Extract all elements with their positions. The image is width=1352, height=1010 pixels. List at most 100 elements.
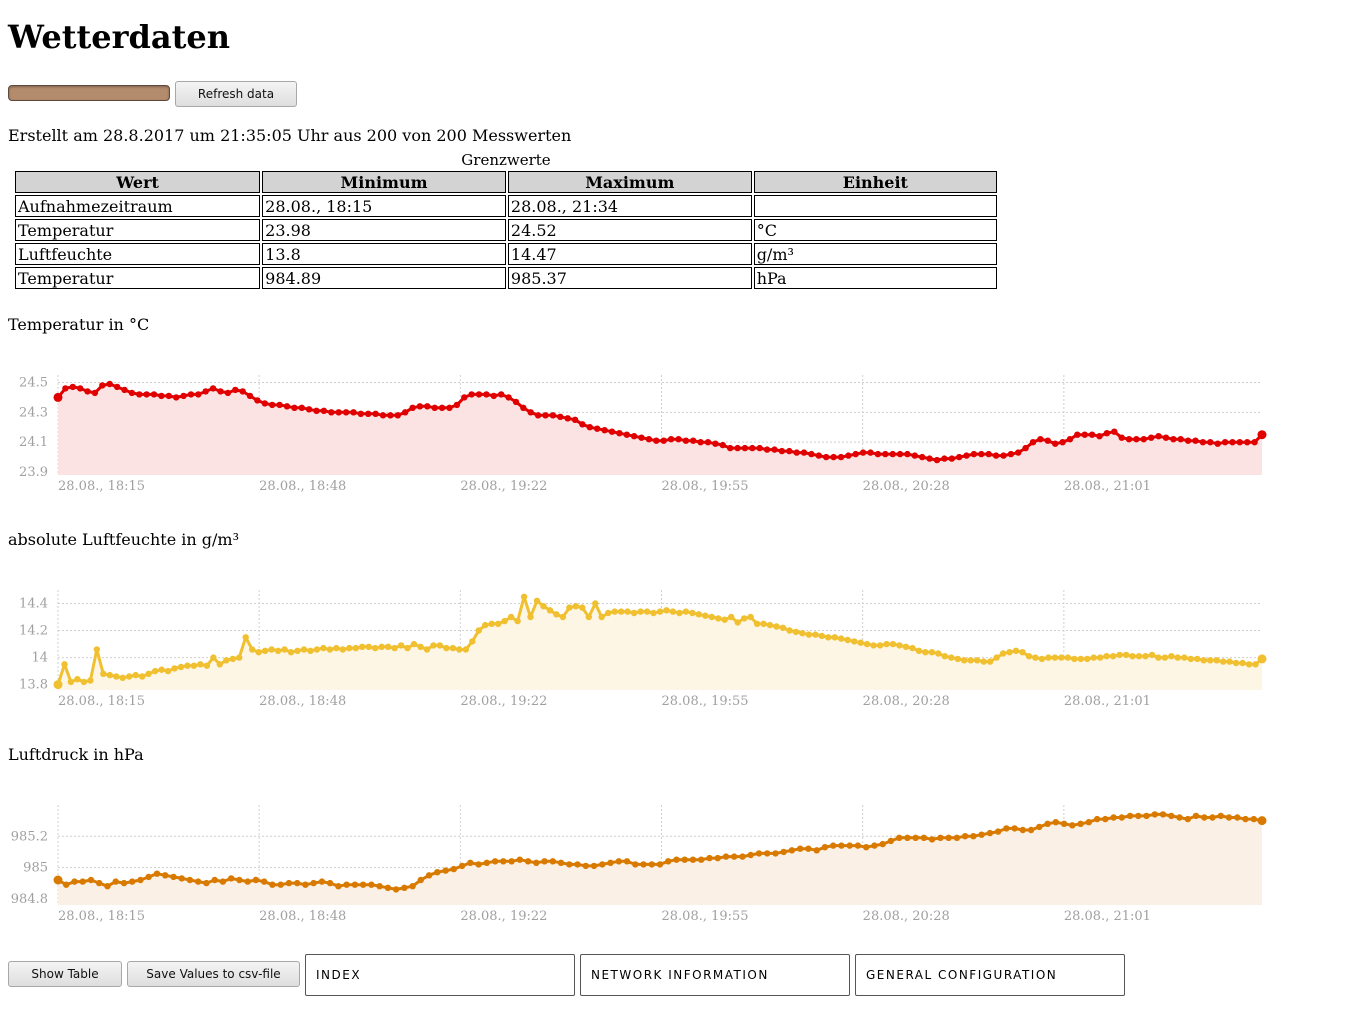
data-point xyxy=(1142,653,1149,660)
y-tick-label: 14.4 xyxy=(19,597,48,612)
save-csv-button[interactable]: Save Values to csv-file xyxy=(127,961,300,987)
table-cell: 23.98 xyxy=(262,219,506,241)
data-point xyxy=(734,619,741,626)
data-point xyxy=(261,878,268,885)
data-point xyxy=(928,836,936,843)
data-point xyxy=(404,644,411,652)
data-point xyxy=(335,883,342,890)
data-point xyxy=(310,879,317,887)
data-point xyxy=(475,627,482,634)
nav-general-configuration-button[interactable]: GENERAL CONFIGURATION xyxy=(855,954,1125,996)
data-point xyxy=(276,401,283,409)
data-point xyxy=(1168,653,1175,660)
data-point xyxy=(402,409,409,416)
data-point xyxy=(91,389,99,397)
data-point xyxy=(667,436,675,443)
data-point xyxy=(727,444,734,452)
data-point xyxy=(879,840,886,848)
y-tick-label: 985 xyxy=(23,861,48,876)
data-point xyxy=(766,621,774,629)
data-point xyxy=(326,879,334,887)
data-point xyxy=(139,673,146,680)
data-point xyxy=(896,642,903,649)
x-tick-label: 28.08., 18:48 xyxy=(259,694,346,709)
data-point xyxy=(904,834,911,841)
data-point xyxy=(143,391,150,398)
data-point xyxy=(919,453,926,461)
data-point xyxy=(468,391,475,398)
data-point xyxy=(721,616,728,623)
data-point xyxy=(128,389,136,397)
data-point xyxy=(1192,437,1199,444)
y-tick-label: 24.1 xyxy=(19,435,48,450)
data-point xyxy=(1176,814,1183,821)
show-table-button[interactable]: Show Table xyxy=(8,961,122,987)
data-point xyxy=(616,430,623,437)
data-point xyxy=(805,845,812,852)
data-point xyxy=(210,654,217,661)
data-point xyxy=(425,872,433,879)
data-point xyxy=(1229,439,1236,446)
data-point xyxy=(689,609,696,617)
data-point xyxy=(236,876,243,884)
data-point xyxy=(1184,815,1192,823)
temperature-chart-title: Temperatur in °C xyxy=(8,315,150,334)
data-point xyxy=(928,649,936,656)
table-cell: 13.8 xyxy=(262,243,506,265)
data-point xyxy=(992,452,1000,459)
data-point xyxy=(376,883,383,890)
data-point xyxy=(904,450,911,458)
data-point xyxy=(372,410,379,417)
data-point xyxy=(1084,655,1091,663)
data-point xyxy=(1159,811,1167,818)
data-point xyxy=(490,392,497,400)
data-point xyxy=(882,450,889,458)
x-tick-label: 28.08., 21:01 xyxy=(1064,909,1151,924)
nav-network-information-button[interactable]: NETWORK INFORMATION xyxy=(580,954,850,996)
data-point xyxy=(1252,661,1259,668)
data-point xyxy=(126,673,133,680)
data-point xyxy=(242,634,249,641)
data-point xyxy=(1161,654,1169,661)
data-point xyxy=(1242,815,1249,823)
y-tick-label: 13.8 xyxy=(19,678,48,693)
data-point xyxy=(941,653,948,660)
data-point xyxy=(53,392,63,402)
data-point xyxy=(902,643,910,650)
data-point xyxy=(467,859,474,866)
data-point xyxy=(1122,651,1130,659)
data-point xyxy=(1077,820,1084,827)
data-point xyxy=(1221,439,1229,446)
data-point xyxy=(305,406,313,413)
data-point xyxy=(896,450,904,458)
data-point xyxy=(1052,440,1059,447)
humidity-chart: 28.08., 18:15 28.08., 18:48 28.08., 19:22 2… xyxy=(19,590,1267,709)
data-point xyxy=(764,850,771,857)
data-point xyxy=(779,624,787,631)
data-point xyxy=(1111,428,1118,435)
data-point xyxy=(74,676,81,683)
data-point xyxy=(797,845,804,852)
data-point xyxy=(793,449,800,456)
data-point xyxy=(1109,653,1117,660)
data-point xyxy=(1069,822,1076,829)
data-point xyxy=(1177,436,1184,443)
data-point xyxy=(216,661,223,668)
data-point xyxy=(277,881,284,888)
data-point xyxy=(948,654,955,661)
data-point xyxy=(922,649,929,656)
data-point xyxy=(203,662,211,669)
data-point xyxy=(682,437,690,444)
data-point xyxy=(1257,816,1267,826)
data-point xyxy=(195,391,202,398)
data-point xyxy=(961,657,968,664)
data-point xyxy=(961,833,969,840)
data-point xyxy=(660,437,667,444)
data-point xyxy=(557,413,564,420)
x-tick-label: 28.08., 19:22 xyxy=(460,694,547,709)
data-point xyxy=(1244,439,1251,446)
nav-index-button[interactable]: INDEX xyxy=(305,954,575,996)
data-point xyxy=(786,627,793,634)
data-point xyxy=(69,383,77,391)
refresh-data-button[interactable]: Refresh data xyxy=(175,81,297,107)
